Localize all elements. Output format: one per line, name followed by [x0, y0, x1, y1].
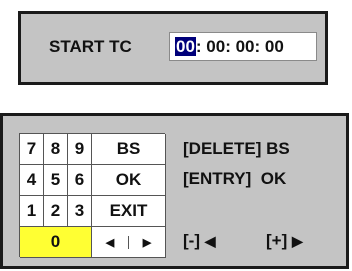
key-3[interactable]: 3: [68, 196, 92, 227]
help-delete: [DELETE] BS: [183, 139, 290, 158]
timecode-rest: : 00: 00: 00: [195, 37, 284, 56]
minus-left-arrow-icon: ◀: [204, 233, 216, 249]
key-ok[interactable]: OK: [92, 165, 166, 196]
help-entry: [ENTRY] OK: [183, 169, 287, 188]
key-0[interactable]: 0: [20, 227, 92, 258]
start-tc-field[interactable]: 00: 00: 00: 00: [169, 32, 317, 61]
start-tc-label: START TC: [49, 37, 132, 56]
key-7[interactable]: 7: [20, 134, 44, 165]
numeric-keypad: 7 8 9 BS 4 5 6 OK 1 2 3 EXIT 0 ◀ ▶: [19, 133, 166, 258]
timecode-cursor-digits[interactable]: 00: [175, 37, 196, 56]
key-4[interactable]: 4: [20, 165, 44, 196]
key-8[interactable]: 8: [44, 134, 68, 165]
help-minus-label: [-]: [183, 231, 200, 250]
key-9[interactable]: 9: [68, 134, 92, 165]
key-5[interactable]: 5: [44, 165, 68, 196]
key-2[interactable]: 2: [44, 196, 68, 227]
left-arrow-icon[interactable]: ◀: [92, 236, 128, 249]
arrow-keys: ◀ ▶: [92, 227, 166, 258]
key-exit[interactable]: EXIT: [92, 196, 166, 227]
key-bs[interactable]: BS: [92, 134, 166, 165]
start-tc-panel: START TC 00: 00: 00: 00: [18, 11, 328, 85]
key-6[interactable]: 6: [68, 165, 92, 196]
help-plus: [+] ▶: [266, 231, 303, 251]
key-1[interactable]: 1: [20, 196, 44, 227]
keypad-panel: 7 8 9 BS 4 5 6 OK 1 2 3 EXIT 0 ◀ ▶ [DELE…: [0, 113, 349, 269]
plus-right-arrow-icon: ▶: [291, 233, 303, 249]
help-minus: [-] ◀: [183, 231, 216, 251]
right-arrow-icon[interactable]: ▶: [128, 235, 165, 249]
help-plus-label: [+]: [266, 231, 288, 250]
